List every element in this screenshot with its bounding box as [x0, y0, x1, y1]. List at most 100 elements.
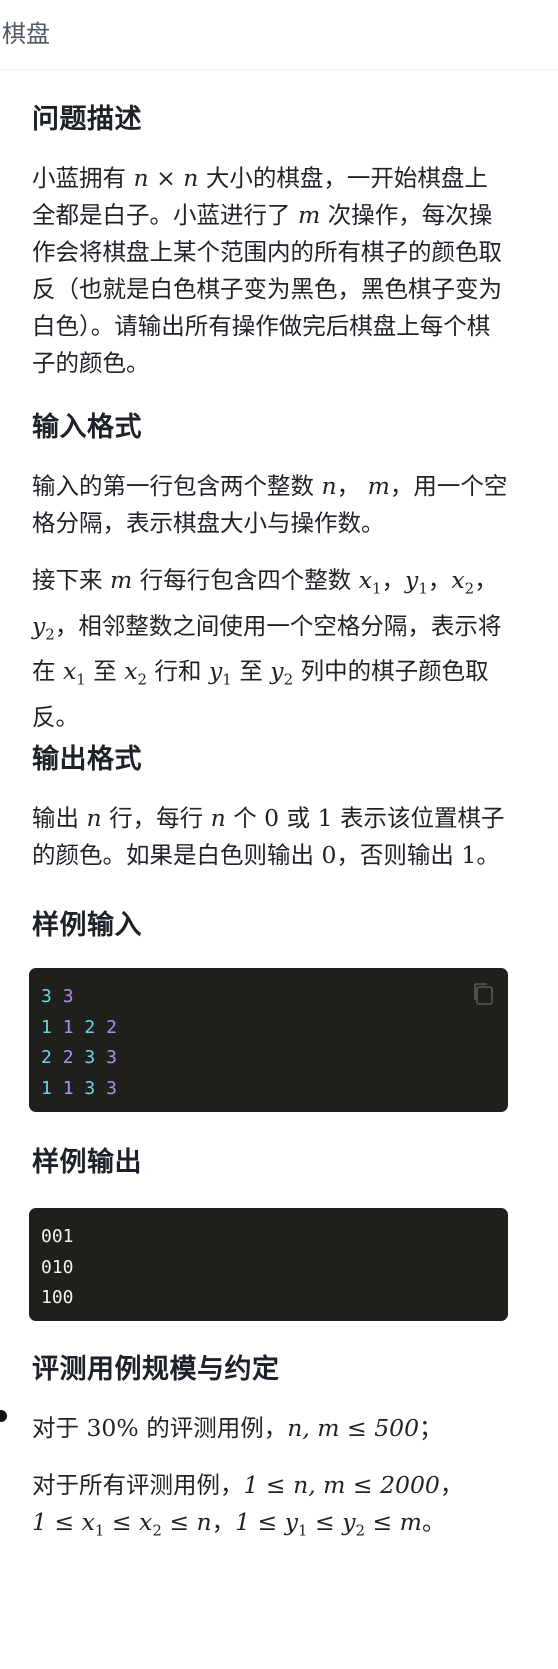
- percent-value: 30%: [86, 1414, 139, 1442]
- sample-input-heading: 样例输入: [32, 910, 142, 941]
- code-token: 3: [62, 986, 74, 1007]
- desc-text: 次操作，每次操: [320, 201, 493, 229]
- math-m: m: [297, 201, 321, 229]
- math-x: x: [81, 1508, 95, 1536]
- code-line: 010: [41, 1256, 74, 1278]
- output-text-part: 或: [279, 804, 318, 832]
- copy-icon[interactable]: [472, 982, 494, 1006]
- math-x: x: [358, 566, 372, 594]
- math-n: n: [210, 804, 226, 832]
- sample-output-section: 样例输出: [32, 1143, 542, 1183]
- scale-text: 对于所有评测用例，: [32, 1471, 244, 1499]
- separator: ，: [381, 566, 406, 594]
- subscript: 1: [94, 1521, 105, 1540]
- output-text: 输出 n 行，每行 n 个 0 或 1 表示该位置棋子 的颜色。如果是白色则输出…: [32, 800, 542, 874]
- scale-text: ；: [419, 1414, 443, 1442]
- output-heading: 输出格式: [32, 744, 142, 775]
- scale-text: ，: [439, 1471, 464, 1499]
- subscript: 1: [418, 579, 428, 598]
- math-x: x: [451, 566, 465, 594]
- desc-text: 白色）。请输出所有操作做完后棋盘上每个棋: [32, 312, 491, 340]
- code-line: 001: [41, 1226, 74, 1247]
- desc-text: 小蓝拥有: [32, 164, 134, 192]
- subscript: 2: [355, 1521, 366, 1540]
- input-text: 列中的棋子颜色取: [293, 657, 489, 686]
- math-constraint: n, m ≤ 500: [287, 1414, 420, 1442]
- math-zero: 0: [321, 841, 337, 869]
- description-section: 问题描述 小蓝拥有 n × n 大小的棋盘，一开始棋盘上 全都是白子。小蓝进行了…: [32, 100, 542, 382]
- math-zero: 0: [264, 804, 280, 832]
- code-token: 2: [62, 1047, 74, 1068]
- sample-output-heading: 样例输出: [32, 1147, 142, 1178]
- output-text-part: ，否则输出: [336, 841, 462, 869]
- scale-section: 评测用例规模与约定 对于 30% 的评测用例，n, m ≤ 500； 对于所有评…: [32, 1350, 542, 1550]
- math-constraint: 1 ≤: [32, 1508, 82, 1536]
- output-text-part: 个: [225, 804, 265, 832]
- math-y: y: [209, 657, 223, 686]
- scale-text: 。: [421, 1508, 446, 1536]
- subscript: 1: [76, 671, 86, 690]
- input-text: 行每行包含四个整数: [132, 566, 359, 594]
- code-line: 3 3: [41, 982, 496, 1013]
- code-token: 3: [106, 1077, 117, 1099]
- math-m: m: [399, 1508, 422, 1536]
- math-x: x: [124, 657, 138, 686]
- input-text: 在: [32, 657, 63, 686]
- math-y: y: [270, 657, 284, 686]
- separator: ，: [474, 566, 498, 594]
- code-token: 2: [84, 1016, 96, 1038]
- code-token: 3: [41, 986, 52, 1007]
- bullet-dot: [0, 1410, 7, 1422]
- code-line: 100: [41, 1287, 74, 1308]
- math-n: n: [183, 164, 199, 192]
- separator: ，: [336, 472, 368, 500]
- scale-heading: 评测用例规模与约定: [32, 1354, 280, 1385]
- math-le: ≤: [365, 1508, 400, 1536]
- sample-input-section: 样例输入: [32, 906, 542, 946]
- input-text: 格分隔，表示棋盘大小与操作数。: [32, 509, 385, 537]
- separator: ，: [427, 566, 452, 594]
- math-times: ×: [148, 164, 184, 192]
- page-title: 棋盘: [2, 20, 50, 48]
- sample-input-code-block: 3 31 1 2 22 2 3 31 1 3 3: [29, 968, 508, 1112]
- output-section: 输出格式 输出 n 行，每行 n 个 0 或 1 表示该位置棋子 的颜色。如果是…: [32, 740, 542, 874]
- input-text: 至: [85, 657, 125, 686]
- input-text: ，用一个空: [389, 472, 508, 500]
- sample-output-lines: 001 010 100: [41, 1222, 496, 1314]
- code-line: 1 1 3 3: [41, 1074, 496, 1105]
- separator: ，: [211, 1508, 236, 1536]
- output-text-part: 行，每行: [101, 804, 211, 832]
- math-m: m: [367, 472, 390, 500]
- scale-text-2: 对于所有评测用例，1 ≤ n, m ≤ 2000， 1 ≤ x1 ≤ x2 ≤ …: [32, 1467, 542, 1550]
- math-m: m: [109, 566, 133, 594]
- input-text: 至: [231, 657, 271, 686]
- code-token: 3: [106, 1047, 117, 1068]
- code-token: 1: [62, 1016, 74, 1038]
- input-text: 反。: [32, 703, 79, 732]
- math-x: x: [139, 1508, 153, 1536]
- math-one: 1: [461, 841, 477, 869]
- subscript: 2: [464, 579, 475, 598]
- input-text-2: 接下来 m 行每行包含四个整数 x1，y1，x2， y2，相邻整数之间使用一个空…: [32, 562, 542, 736]
- desc-text: 大小的棋盘，一开始棋盘上: [198, 164, 488, 192]
- output-text-part: 表示该位置棋子: [332, 804, 505, 832]
- math-y: y: [32, 611, 46, 640]
- output-text-part: 。: [476, 841, 500, 869]
- math-y: y: [284, 1508, 299, 1536]
- sample-input-lines: 3 31 1 2 22 2 3 31 1 3 3: [41, 982, 496, 1104]
- code-token: 1: [41, 1077, 52, 1099]
- math-y: y: [342, 1508, 356, 1536]
- top-bar: 棋盘: [0, 0, 558, 70]
- input-heading: 输入格式: [32, 412, 142, 443]
- subscript: 2: [283, 671, 294, 690]
- description-text: 小蓝拥有 n × n 大小的棋盘，一开始棋盘上 全都是白子。小蓝进行了 m 次操…: [32, 160, 542, 382]
- code-line: 1 1 2 2: [41, 1013, 496, 1044]
- desc-text: 作会将棋盘上某个范围内的所有棋子的颜色取: [32, 238, 502, 266]
- sample-output-code-block: 001 010 100: [29, 1208, 508, 1321]
- subscript: 2: [137, 671, 148, 690]
- scale-text-1: 对于 30% 的评测用例，n, m ≤ 500；: [32, 1410, 542, 1447]
- math-n: n: [196, 1508, 212, 1536]
- math-le: ≤: [307, 1508, 343, 1536]
- math-y: y: [405, 566, 419, 594]
- input-text: 输入的第一行包含两个整数: [32, 472, 322, 500]
